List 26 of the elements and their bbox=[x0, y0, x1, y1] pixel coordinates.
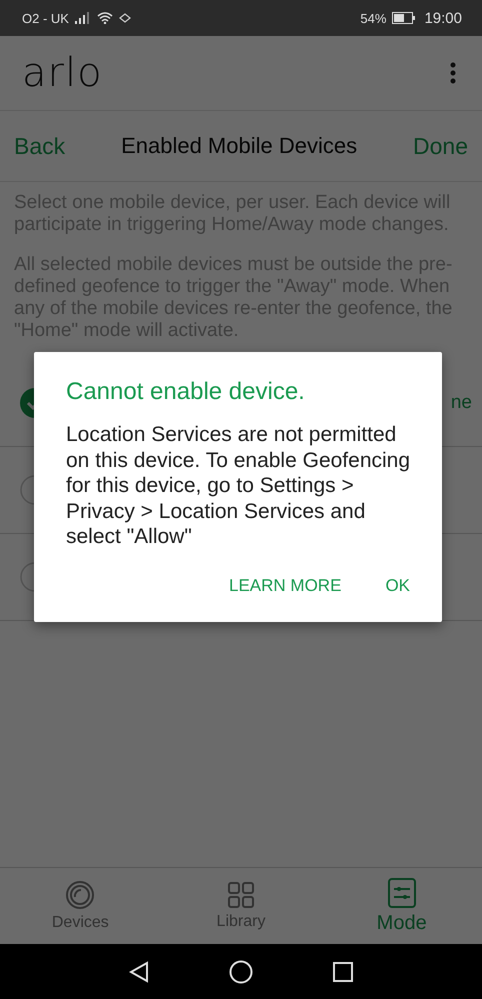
sliders-icon bbox=[388, 878, 416, 908]
tab[interactable]: Library bbox=[160, 868, 322, 944]
data-saver-icon bbox=[118, 13, 131, 23]
camera-lens-icon bbox=[65, 880, 96, 910]
back-button[interactable]: Back bbox=[14, 132, 66, 160]
battery-percentage: 54% bbox=[360, 10, 386, 26]
dialog-title: Cannot enable device. bbox=[66, 378, 306, 406]
tab[interactable]: Devices bbox=[0, 868, 161, 944]
more-options-icon[interactable] bbox=[450, 62, 456, 84]
carrier-name: O2 - UK bbox=[22, 10, 69, 26]
dialog-button[interactable]: LEARN MORE bbox=[221, 572, 350, 600]
battery-icon bbox=[392, 12, 416, 24]
grid-icon bbox=[227, 881, 255, 909]
tab[interactable]: Mode bbox=[321, 868, 482, 944]
back-icon[interactable] bbox=[129, 960, 149, 982]
app-logo: arlo bbox=[22, 50, 103, 96]
page-title: Enabled Mobile Devices bbox=[121, 133, 358, 159]
dialog-message: Location Services are not permitted on this device. To enable Geofencing for this device, go to Settings > Privacy > Location Services and select "Allow" bbox=[66, 422, 412, 550]
done-button[interactable]: Done bbox=[413, 132, 468, 160]
device-row-text: ne bbox=[450, 392, 472, 414]
home-icon[interactable] bbox=[229, 960, 253, 984]
wifi-icon bbox=[96, 12, 113, 24]
recents-icon[interactable] bbox=[333, 962, 353, 982]
dialog-button[interactable]: OK bbox=[377, 572, 418, 600]
signal-icon bbox=[74, 12, 91, 24]
clock-time: 19:00 bbox=[424, 10, 462, 26]
